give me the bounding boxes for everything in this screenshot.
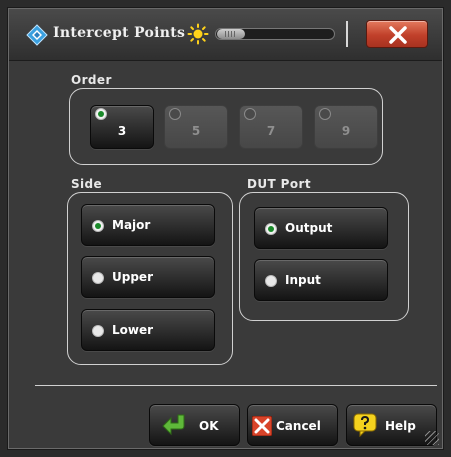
upper-label: Upper [112, 270, 153, 284]
dut-port-option-input[interactable]: Input [254, 259, 388, 301]
lower-radio [92, 325, 104, 337]
order-7-label: 7 [266, 124, 276, 138]
close-button[interactable] [366, 20, 428, 48]
major-label: Major [112, 218, 151, 232]
order-option-9: 9 [314, 105, 378, 149]
lower-label: Lower [112, 323, 154, 337]
output-radio [265, 223, 277, 235]
dut-port-option-output[interactable]: Output [254, 207, 388, 249]
side-option-upper[interactable]: Upper [81, 256, 215, 298]
help-button[interactable]: Help [346, 404, 437, 446]
side-option-lower[interactable]: Lower [81, 309, 215, 351]
footer-separator [35, 385, 437, 386]
output-label: Output [285, 221, 333, 235]
resize-grip[interactable] [425, 431, 439, 445]
input-radio [265, 275, 277, 287]
dut-port-group-label: DUT Port [247, 177, 311, 191]
help-label: Help [385, 419, 416, 433]
order-9-label: 9 [341, 124, 351, 138]
side-group-label: Side [71, 177, 103, 191]
dialog-window: Intercept Points Order 3 5 7 9 Side Majo… [8, 8, 443, 449]
order-3-label: 3 [117, 124, 127, 138]
order-option-3[interactable]: 3 [90, 105, 154, 149]
side-option-major[interactable]: Major [81, 204, 215, 246]
order-option-7: 7 [239, 105, 303, 149]
major-radio [92, 220, 104, 232]
upper-radio [92, 272, 104, 284]
input-label: Input [285, 273, 321, 287]
order-9-radio [319, 108, 331, 120]
cancel-label: Cancel [276, 419, 321, 433]
red-x-icon [252, 416, 272, 436]
slider-thumb[interactable] [217, 29, 245, 39]
ok-label: OK [199, 419, 219, 433]
cancel-button[interactable]: Cancel [247, 404, 338, 446]
order-3-radio [95, 108, 107, 120]
diamond-app-icon [26, 24, 48, 46]
question-icon [353, 413, 377, 437]
close-x-icon [389, 26, 407, 44]
order-option-5: 5 [164, 105, 228, 149]
title-bar[interactable]: Intercept Points [9, 9, 442, 61]
order-group-label: Order [71, 73, 112, 87]
sun-icon[interactable] [187, 23, 209, 45]
window-title: Intercept Points [53, 25, 186, 41]
order-5-label: 5 [191, 124, 201, 138]
title-divider [346, 21, 348, 47]
transparency-slider[interactable] [215, 28, 335, 40]
green-arrow-icon [162, 414, 185, 436]
order-7-radio [244, 108, 256, 120]
ok-button[interactable]: OK [149, 404, 240, 446]
order-5-radio [169, 108, 181, 120]
